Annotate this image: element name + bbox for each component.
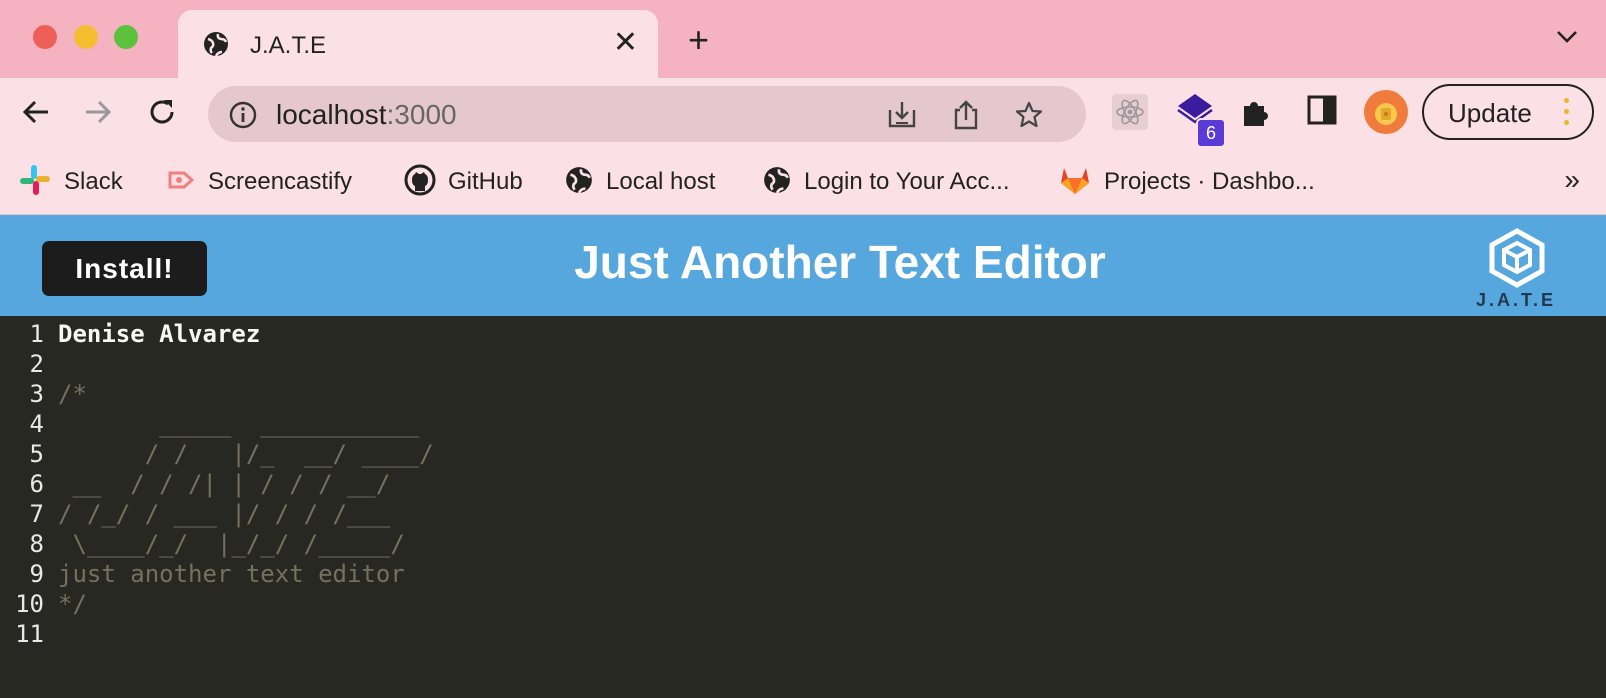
line-number: 10 xyxy=(15,590,44,618)
bookmark-login[interactable]: Login to Your Acc... xyxy=(762,162,1010,202)
editor-line: 6 __ / / /| | / / / __/ xyxy=(0,470,1606,500)
side-panel-icon[interactable] xyxy=(1306,94,1338,131)
editor-line: 1 Denise Alvarez xyxy=(0,320,1606,350)
editor-line: 3 /* xyxy=(0,380,1606,410)
reload-icon[interactable] xyxy=(146,96,178,133)
editor-line: 5 / / |/_ __/ ____/ xyxy=(0,440,1606,470)
editor-line: 11 xyxy=(0,620,1606,650)
line-text: Denise Alvarez xyxy=(58,320,261,348)
code-editor[interactable]: 1 Denise Alvarez 2 3 /* 4 _____ __________… xyxy=(0,316,1606,698)
close-window-button[interactable] xyxy=(33,25,57,49)
maximize-window-button[interactable] xyxy=(114,25,138,49)
back-icon[interactable] xyxy=(20,96,52,133)
line-number: 5 xyxy=(29,440,44,468)
editor-line: 8 \____/_/ |_/_/ /_____/ xyxy=(0,530,1606,560)
line-number: 8 xyxy=(29,530,44,558)
install-app-icon[interactable] xyxy=(886,100,918,135)
line-text: / / |/_ __/ ____/ xyxy=(58,440,434,468)
slack-icon xyxy=(18,163,52,202)
close-tab-icon[interactable]: ✕ xyxy=(613,28,638,58)
editor-line: 10 */ xyxy=(0,590,1606,620)
editor-line: 4 _____ ___________ xyxy=(0,410,1606,440)
line-text: __ / / /| | / / / __/ xyxy=(58,470,391,498)
line-text: / /_/ / ___ |/ / / /___ xyxy=(58,500,391,528)
line-text: */ xyxy=(58,590,87,618)
bookmark-local-host[interactable]: Local host xyxy=(564,162,715,202)
bookmark-github[interactable]: GitHub xyxy=(404,162,523,202)
line-number: 11 xyxy=(15,620,44,648)
line-text: just another text editor xyxy=(58,560,405,588)
bookmarks-bar: Slack Screencastify GitHub Local host Lo… xyxy=(0,150,1606,215)
more-bookmarks-button[interactable]: » xyxy=(1564,164,1580,196)
update-button[interactable]: Update xyxy=(1422,84,1594,140)
line-number: 6 xyxy=(29,470,44,498)
line-number: 4 xyxy=(29,410,44,438)
gitlab-icon xyxy=(1058,164,1092,201)
line-number: 9 xyxy=(29,560,44,588)
jate-logo-icon xyxy=(1472,227,1562,294)
extensions-puzzle-icon[interactable] xyxy=(1240,94,1274,133)
page-title: Just Another Text Editor xyxy=(574,236,1106,288)
logo-text: J.A.T.E xyxy=(1476,290,1557,310)
new-tab-button[interactable]: + xyxy=(688,22,709,58)
site-info-icon[interactable] xyxy=(228,100,258,135)
react-devtools-icon[interactable] xyxy=(1112,94,1148,135)
minimize-window-button[interactable] xyxy=(74,25,98,49)
share-icon[interactable] xyxy=(952,100,980,135)
line-number: 3 xyxy=(29,380,44,408)
line-number: 7 xyxy=(29,500,44,528)
address-bar[interactable]: localhost:3000 xyxy=(208,86,1086,142)
line-text: \____/_/ |_/_/ /_____/ xyxy=(58,530,405,558)
url-text: localhost:3000 xyxy=(276,99,457,130)
update-label: Update xyxy=(1448,98,1532,128)
editor-line: 9 just another text editor xyxy=(0,560,1606,590)
profile-avatar[interactable] xyxy=(1364,90,1408,134)
browser-toolbar: localhost:3000 6 Update xyxy=(0,78,1606,150)
forward-icon[interactable] xyxy=(82,96,114,133)
line-number: 1 xyxy=(29,320,44,348)
bookmark-star-icon[interactable] xyxy=(1014,100,1044,135)
browser-tab[interactable]: J.A.T.E ✕ xyxy=(178,10,658,78)
more-menu-icon[interactable] xyxy=(1564,98,1570,131)
globe-icon xyxy=(202,30,230,63)
editor-line: 2 xyxy=(0,350,1606,380)
tab-title: J.A.T.E xyxy=(250,32,327,59)
tab-strip: J.A.T.E ✕ + xyxy=(0,0,1606,78)
extension-badge: 6 xyxy=(1196,118,1226,148)
globe-icon xyxy=(762,165,792,200)
line-text: _____ ___________ xyxy=(58,410,420,438)
globe-icon xyxy=(564,165,594,200)
bookmark-screencastify[interactable]: Screencastify xyxy=(166,162,352,202)
bookmark-slack[interactable]: Slack xyxy=(18,162,123,202)
editor-line: 7 / /_/ / ___ |/ / / /___ xyxy=(0,500,1606,530)
bookmark-projects[interactable]: Projects · Dashbo... xyxy=(1058,162,1315,202)
screencastify-icon xyxy=(166,165,196,200)
github-icon xyxy=(404,164,436,201)
chevron-down-icon[interactable] xyxy=(1556,30,1578,49)
line-number: 2 xyxy=(29,350,44,378)
app-header: Install! Just Another Text Editor J.A.T.… xyxy=(0,215,1606,316)
line-text: /* xyxy=(58,380,87,408)
